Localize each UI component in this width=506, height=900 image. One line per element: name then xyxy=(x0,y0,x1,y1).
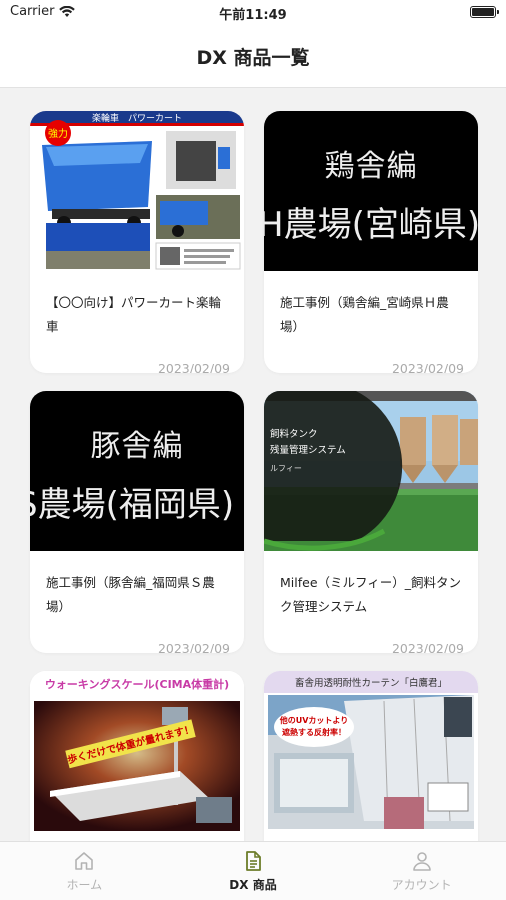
product-date: 2023/02/09 xyxy=(391,361,464,373)
product-grid[interactable]: 楽輪車 パワーカート 強力 【〇〇向け】パワーカート楽輪車 2023/02/09… xyxy=(0,89,506,841)
product-card[interactable]: 鶏舎編 H農場(宮崎県) 施工事例（鶏舎編_宮崎県Ｈ農場） 2023/02/09 xyxy=(264,111,478,373)
milfee-text: 飼料タンク xyxy=(270,428,318,440)
milfee-text: 残量管理システム xyxy=(270,444,346,456)
product-thumbnail: 畜舎用透明耐性カーテン「白鷹君」 他のUVカットより 遮熱する反射率！ xyxy=(264,671,478,831)
tab-home[interactable]: ホーム xyxy=(0,842,169,900)
curtain-banner-text: 畜舎用透明耐性カーテン「白鷹君」 xyxy=(295,677,447,689)
home-icon xyxy=(75,852,94,870)
product-thumbnail: 楽輪車 パワーカート 強力 xyxy=(30,111,244,271)
product-date: 2023/02/09 xyxy=(157,361,230,373)
thumbnail-text: S農場(福岡県) xyxy=(30,485,235,525)
product-thumbnail: 飼料タンク 残量管理システム ルフィー xyxy=(264,391,478,551)
thumbnail-text: 鶏舎編 xyxy=(324,149,418,184)
product-title: 施工事例（豚舎編_福岡県Ｓ農場） xyxy=(46,575,215,614)
tab-label: DX 商品 xyxy=(229,878,277,892)
cart-banner-text: 楽輪車 パワーカート xyxy=(92,112,182,124)
product-thumbnail: 鶏舎編 H農場(宮崎県) xyxy=(264,111,478,271)
product-thumbnail: 豚舎編 S農場(福岡県) xyxy=(30,391,244,551)
tab-account[interactable]: アカウント xyxy=(337,842,506,900)
scale-banner-text: ウォーキングスケール(CIMA体重計) xyxy=(45,677,229,691)
product-title: Milfee（ミルフィー）_飼料タンク管理システム xyxy=(280,575,462,614)
product-card[interactable]: 畜舎用透明耐性カーテン「白鷹君」 他のUVカットより 遮熱する反射率！ xyxy=(264,671,478,841)
person-icon xyxy=(412,852,431,871)
milfee-text: ルフィー xyxy=(270,464,302,473)
product-card[interactable]: 楽輪車 パワーカート 強力 【〇〇向け】パワーカート楽輪車 2023/02/09 xyxy=(30,111,244,373)
tab-label: ホーム xyxy=(66,878,103,892)
tab-label: アカウント xyxy=(391,878,452,892)
status-bar: Carrier 午前11:49 xyxy=(0,0,506,26)
product-card[interactable]: 豚舎編 S農場(福岡県) 施工事例（豚舎編_福岡県Ｓ農場） 2023/02/09 xyxy=(30,391,244,653)
thumbnail-text: H農場(宮崎県) xyxy=(264,205,478,245)
document-icon xyxy=(246,851,261,871)
curtain-caption-text: 他のUVカットより xyxy=(279,715,349,725)
clock: 午前11:49 xyxy=(219,8,287,23)
product-card[interactable]: 飼料タンク 残量管理システム ルフィー Milfee（ミルフィー）_飼料タンク管… xyxy=(264,391,478,653)
nav-header: DX 商品一覧 xyxy=(0,26,506,88)
page-title: DX 商品一覧 xyxy=(196,47,310,69)
curtain-caption-text: 遮熱する反射率！ xyxy=(282,727,346,737)
cart-badge-text: 強力 xyxy=(48,127,68,140)
product-thumbnail: ウォーキングスケール(CIMA体重計) 歩くだけで体重が量れます！ xyxy=(30,671,244,831)
thumbnail-text: 豚舎編 xyxy=(90,429,184,464)
product-card[interactable]: ウォーキングスケール(CIMA体重計) 歩くだけで体重が量れます！ xyxy=(30,671,244,841)
product-title: 【〇〇向け】パワーカート楽輪車 xyxy=(46,295,222,334)
tab-dx-products[interactable]: DX 商品 xyxy=(169,842,338,900)
product-date: 2023/02/09 xyxy=(391,641,464,653)
product-title: 施工事例（鶏舎編_宮崎県Ｈ農場） xyxy=(280,295,449,334)
tab-bar: ホーム DX 商品 アカウント xyxy=(0,841,506,900)
product-date: 2023/02/09 xyxy=(157,641,230,653)
battery-icon xyxy=(470,6,499,18)
